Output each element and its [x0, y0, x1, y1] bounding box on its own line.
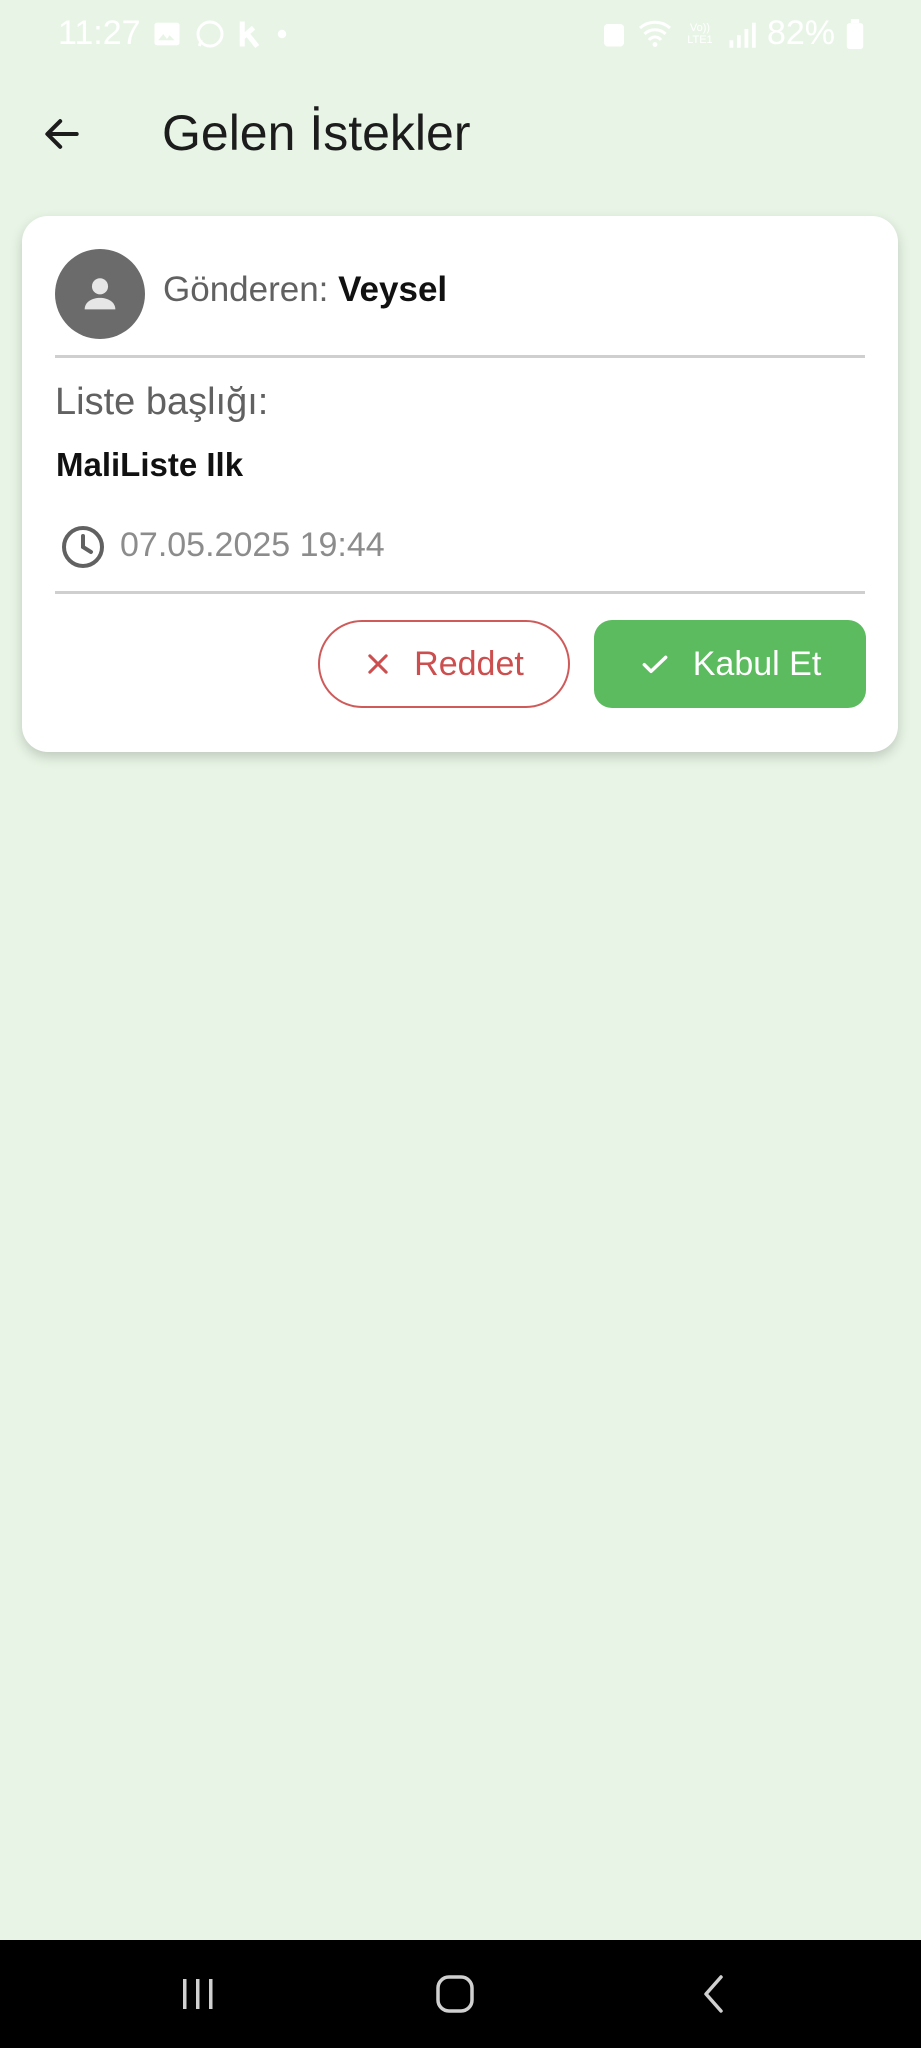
- accept-label: Kabul Et: [692, 644, 822, 683]
- network-label: Vo)) LTE1: [687, 21, 713, 46]
- signal-icon: [729, 22, 756, 48]
- divider-bottom: [55, 591, 865, 594]
- sender-name: Veysel: [338, 270, 448, 309]
- back-button[interactable]: [28, 100, 96, 168]
- nav-back-icon: [704, 1975, 723, 2013]
- avatar: [55, 249, 145, 339]
- gallery-icon: [154, 22, 180, 46]
- home-icon: [436, 1975, 474, 2013]
- notification-icons: [152, 18, 288, 50]
- close-icon: [368, 654, 388, 674]
- divider-top: [55, 355, 865, 358]
- system-icons: Vo)) LTE1 82%: [601, 14, 865, 53]
- sender: Gönderen: Veysel: [163, 270, 447, 310]
- nav-back-button[interactable]: [654, 1960, 774, 2028]
- status-bar: 11:27 Vo)) LTE1 82%: [0, 0, 921, 70]
- battery-icon: [846, 18, 864, 49]
- dot-icon: [277, 29, 287, 39]
- home-button[interactable]: [395, 1960, 515, 2028]
- alarm-icon: [603, 23, 624, 46]
- app-bar: Gelen İstekler: [0, 70, 921, 192]
- person-icon: [84, 278, 116, 310]
- sender-label: Gönderen:: [163, 270, 329, 309]
- recents-icon: [183, 1979, 213, 2009]
- list-title: MaliListe Ilk: [56, 446, 244, 483]
- battery-percent: 82%: [766, 14, 835, 52]
- clock-icon: [62, 526, 104, 568]
- accept-button[interactable]: Kabul Et: [594, 620, 866, 708]
- wifi-icon: [638, 20, 671, 47]
- reject-label: Reddet: [414, 644, 524, 683]
- system-nav-bar: [0, 1940, 921, 2048]
- back-arrow-icon: [45, 119, 79, 149]
- reject-button[interactable]: Reddet: [318, 620, 570, 708]
- status-time: 11:27: [58, 14, 141, 52]
- recents-button[interactable]: [138, 1960, 258, 2028]
- request-card: Gönderen: Veysel Liste başlığı: MaliList…: [22, 216, 898, 752]
- list-title-label: Liste başlığı:: [55, 381, 269, 423]
- request-timestamp: 07.05.2025 19:44: [120, 526, 385, 564]
- page-title: Gelen İstekler: [162, 105, 471, 161]
- k-app-icon: [239, 21, 260, 49]
- check-icon: [642, 655, 668, 674]
- whatsapp-icon: [196, 20, 224, 48]
